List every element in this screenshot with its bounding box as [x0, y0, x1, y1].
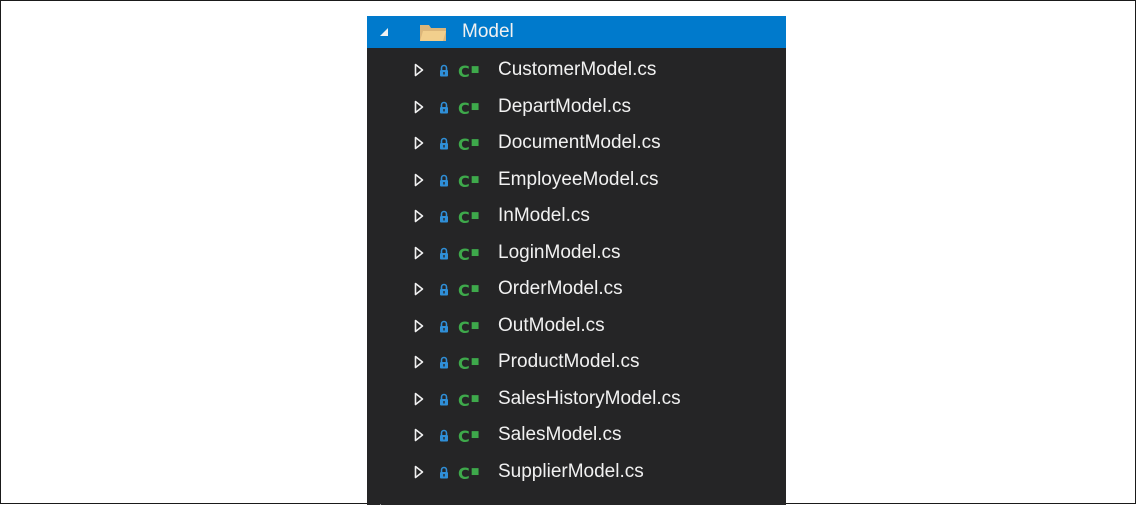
- csharp-file-icon: C ■: [458, 464, 479, 483]
- csharp-file-icon: C ■: [458, 62, 479, 81]
- expanded-arrow-icon[interactable]: [380, 28, 388, 36]
- file-label: SalesHistoryModel.cs: [498, 388, 681, 409]
- lock-icon: [439, 356, 449, 369]
- file-label: EmployeeModel.cs: [498, 169, 659, 190]
- tree-folder-next-partial[interactable]: V: [367, 494, 786, 505]
- lock-icon: [439, 101, 449, 114]
- tree-file-item[interactable]: C ■ DepartModel.cs: [367, 91, 786, 123]
- lock-icon: [439, 429, 449, 442]
- csharp-file-icon: C ■: [458, 354, 479, 373]
- file-label: InModel.cs: [498, 205, 590, 226]
- csharp-file-icon: C ■: [458, 135, 479, 154]
- tree-file-item[interactable]: C ■ ProductModel.cs: [367, 346, 786, 378]
- csharp-file-icon: C ■: [458, 318, 479, 337]
- csharp-file-icon: C ■: [458, 172, 479, 191]
- file-label: OrderModel.cs: [498, 278, 623, 299]
- lock-icon: [439, 210, 449, 223]
- tree-file-item[interactable]: C ■ SalesHistoryModel.cs: [367, 383, 786, 415]
- lock-icon: [439, 283, 449, 296]
- file-label: ProductModel.cs: [498, 351, 640, 372]
- file-label: DepartModel.cs: [498, 96, 632, 117]
- lock-icon: [439, 320, 449, 333]
- tree-file-item[interactable]: C ■ OutModel.cs: [367, 310, 786, 342]
- lock-icon: [439, 64, 449, 77]
- tree-file-item[interactable]: C ■ InModel.cs: [367, 200, 786, 232]
- screenshot-frame: Model C ■ CustomerModel.cs C ■ DepartModel.cs…: [0, 0, 1136, 505]
- lock-icon: [439, 247, 449, 260]
- file-label: SupplierModel.cs: [498, 461, 644, 482]
- csharp-file-icon: C ■: [458, 208, 479, 227]
- tree-file-item[interactable]: C ■ CustomerModel.cs: [367, 54, 786, 86]
- lock-icon: [439, 466, 449, 479]
- csharp-file-icon: C ■: [458, 281, 479, 300]
- file-label: OutModel.cs: [498, 315, 605, 336]
- folder-label: Model: [462, 21, 514, 42]
- lock-icon: [439, 174, 449, 187]
- file-label: DocumentModel.cs: [498, 132, 661, 153]
- file-label: LoginModel.cs: [498, 242, 621, 263]
- csharp-file-icon: C ■: [458, 99, 479, 118]
- lock-icon: [439, 393, 449, 406]
- tree-file-item[interactable]: C ■ OrderModel.cs: [367, 273, 786, 305]
- tree-file-item[interactable]: C ■ SupplierModel.cs: [367, 456, 786, 488]
- lock-icon: [439, 137, 449, 150]
- tree-file-item[interactable]: C ■ DocumentModel.cs: [367, 127, 786, 159]
- csharp-file-icon: C ■: [458, 245, 479, 264]
- file-label: SalesModel.cs: [498, 424, 622, 445]
- csharp-file-icon: C ■: [458, 427, 479, 446]
- file-label: CustomerModel.cs: [498, 59, 657, 80]
- csharp-file-icon: C ■: [458, 391, 479, 410]
- folder-open-icon: [420, 25, 446, 41]
- tree-file-item[interactable]: C ■ LoginModel.cs: [367, 237, 786, 269]
- solution-explorer-tree[interactable]: Model C ■ CustomerModel.cs C ■ DepartModel.cs…: [367, 16, 786, 505]
- tree-file-item[interactable]: C ■ SalesModel.cs: [367, 419, 786, 451]
- tree-folder-model[interactable]: Model: [367, 16, 786, 48]
- tree-file-item[interactable]: C ■ EmployeeModel.cs: [367, 164, 786, 196]
